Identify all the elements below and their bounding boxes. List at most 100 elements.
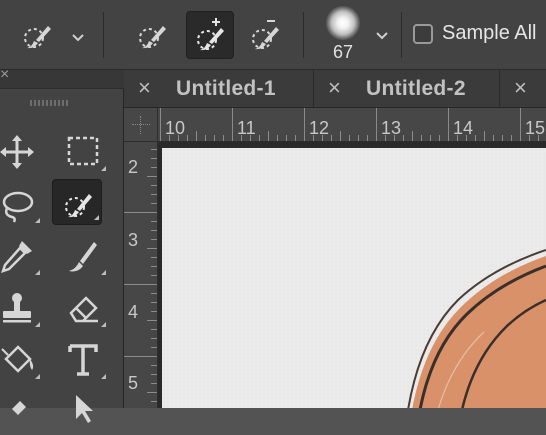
document-tabs: × Untitled-1 × Untitled-2 × — [124, 70, 546, 108]
brush-preview[interactable] — [326, 6, 360, 40]
panel-collapse-icon[interactable]: × — [0, 66, 9, 84]
ruler-tick — [151, 221, 157, 222]
ruler-tick — [178, 135, 179, 141]
new-selection-brush-icon — [139, 26, 166, 49]
tool-preset-picker[interactable] — [14, 11, 62, 59]
ruler-tick — [151, 158, 157, 159]
rectangular-marquee-tool[interactable] — [58, 129, 108, 175]
close-icon[interactable]: × — [328, 77, 341, 99]
move-tool[interactable] — [0, 129, 42, 175]
ruler-label: 11 — [237, 118, 256, 138]
tab-title: Untitled-1 — [176, 77, 276, 100]
add-to-selection-button[interactable] — [186, 11, 234, 59]
ruler-label: 13 — [381, 118, 402, 138]
tool-group-indicator — [101, 374, 106, 379]
chevron-down-icon[interactable] — [374, 28, 390, 44]
ruler-tick — [295, 135, 296, 141]
ruler-tick — [205, 135, 206, 141]
ruler-tick — [124, 284, 157, 285]
ruler-tick — [151, 230, 157, 231]
ruler-tick — [196, 131, 197, 141]
document-canvas[interactable] — [162, 148, 546, 408]
ruler-tick — [448, 108, 449, 141]
ruler-tick — [151, 347, 157, 348]
ruler-tick — [151, 338, 157, 339]
ruler-tick — [151, 365, 157, 366]
tool-group-indicator — [35, 270, 40, 275]
clone-stamp-tool[interactable] — [0, 285, 42, 331]
panel-grip[interactable] — [30, 100, 70, 106]
close-icon[interactable]: × — [514, 77, 527, 99]
tab-untitled-1[interactable]: × Untitled-1 — [124, 70, 314, 108]
pen-tool[interactable] — [0, 389, 42, 435]
ruler-tick — [160, 108, 161, 141]
tool-group-indicator — [35, 218, 40, 223]
ruler-label: 3 — [128, 230, 139, 250]
tool-group-indicator — [35, 322, 40, 327]
ruler-tick — [349, 135, 350, 141]
chevron-down-icon[interactable] — [70, 30, 86, 46]
ruler-label: 15 — [525, 118, 546, 138]
panel-header: × — [0, 66, 124, 89]
ruler-tick — [457, 135, 458, 141]
tab-untitled-2[interactable]: × Untitled-2 — [314, 70, 500, 108]
path-selection-tool[interactable] — [58, 389, 108, 435]
quick-selection-tool[interactable] — [52, 179, 102, 225]
ruler-tick — [147, 248, 157, 249]
divider — [103, 12, 104, 58]
new-selection-button[interactable] — [128, 11, 176, 59]
paint-bucket-tool[interactable] — [0, 337, 42, 383]
ruler-tick — [187, 135, 188, 141]
divider — [401, 12, 402, 58]
ruler-label: 5 — [128, 373, 139, 393]
ruler-tick — [151, 401, 157, 402]
ruler-tick — [147, 176, 157, 177]
divider — [303, 12, 304, 58]
move-icon — [0, 135, 34, 169]
sample-all-layers-checkbox[interactable] — [413, 24, 433, 44]
ruler-tick — [151, 302, 157, 303]
ruler-tick — [151, 194, 157, 195]
vertical-ruler[interactable]: 2 3 4 5 — [124, 142, 158, 408]
ruler-label: 2 — [128, 157, 139, 177]
ruler-tick — [268, 131, 269, 141]
ruler-tick — [214, 135, 215, 141]
canvas-area[interactable] — [158, 142, 546, 408]
tools-panel: × — [0, 66, 124, 423]
ruler-tick — [259, 135, 260, 141]
ruler-tick — [250, 135, 251, 141]
ruler-tick — [358, 135, 359, 141]
ruler-origin[interactable] — [124, 108, 158, 142]
ruler-tick — [304, 108, 305, 141]
ruler-tick — [151, 293, 157, 294]
ruler-tick — [529, 135, 530, 141]
tool-group-indicator — [94, 215, 99, 220]
brush-tool[interactable] — [58, 233, 108, 279]
ruler-tick — [340, 131, 341, 141]
tool-group-indicator — [35, 374, 40, 379]
lasso-tool[interactable] — [0, 181, 42, 227]
ruler-tick — [331, 135, 332, 141]
sample-all-layers-label: Sample All — [442, 22, 537, 44]
eyedropper-tool[interactable] — [0, 233, 42, 279]
eraser-tool[interactable] — [58, 285, 108, 331]
ruler-tick — [277, 135, 278, 141]
ruler-tick — [147, 320, 157, 321]
ruler-tick — [538, 135, 539, 141]
tab-partial[interactable]: × — [500, 70, 546, 108]
ruler-tick — [520, 108, 521, 141]
pen-icon — [12, 401, 26, 415]
type-tool[interactable] — [58, 337, 108, 383]
ruler-tick — [421, 135, 422, 141]
ruler-tick — [412, 131, 413, 141]
tool-group-indicator — [101, 322, 106, 327]
ruler-tick — [169, 135, 170, 141]
tool-group-indicator — [101, 270, 106, 275]
ruler-label: 10 — [165, 118, 186, 138]
ruler-tick — [151, 311, 157, 312]
horizontal-ruler[interactable]: 10 11 12 13 14 15 — [158, 108, 546, 142]
subtract-from-selection-button[interactable] — [242, 11, 290, 59]
ruler-label: 14 — [453, 118, 474, 138]
close-icon[interactable]: × — [138, 77, 151, 99]
tab-title: Untitled-2 — [366, 77, 466, 100]
